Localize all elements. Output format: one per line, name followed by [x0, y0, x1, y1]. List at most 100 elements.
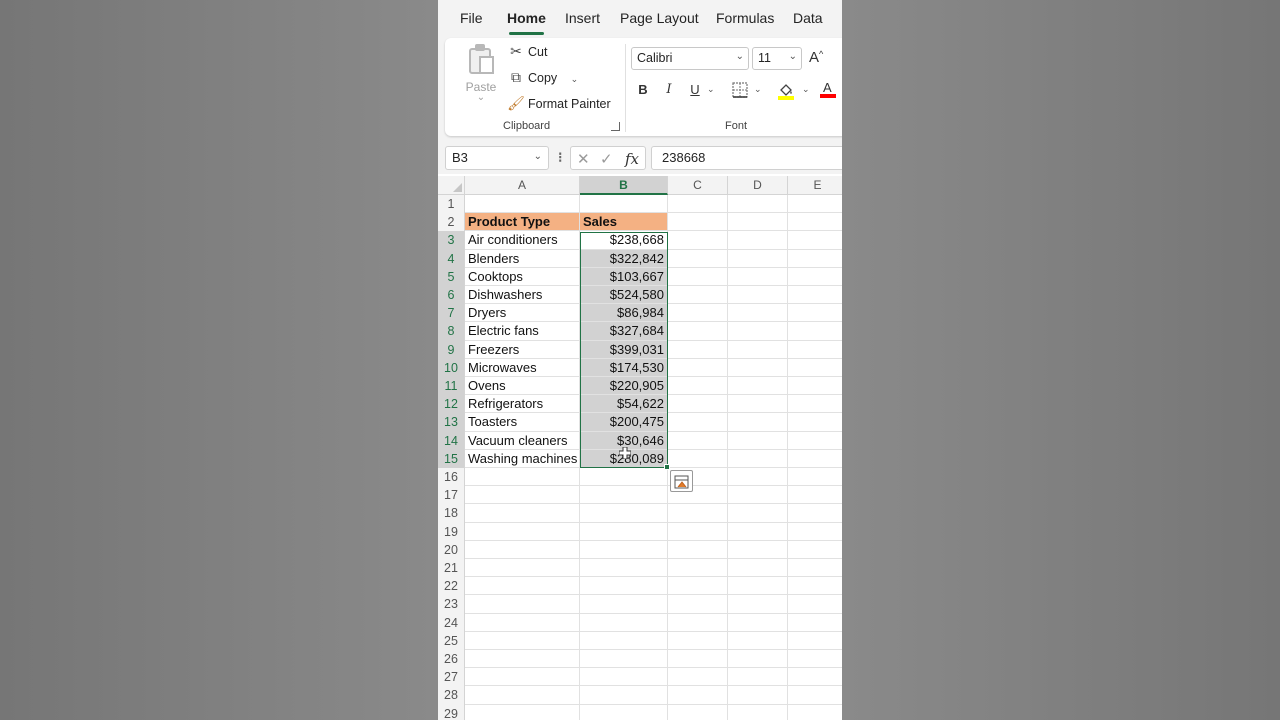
cell-e13[interactable]: [788, 413, 842, 432]
row-header[interactable]: 23: [438, 595, 465, 614]
tab-insert[interactable]: Insert: [565, 10, 600, 26]
cell-d8[interactable]: [728, 322, 788, 341]
cell-e17[interactable]: [788, 486, 842, 505]
cell-a29[interactable]: [465, 704, 580, 720]
cell-c27[interactable]: [668, 668, 728, 687]
cell-d11[interactable]: [728, 377, 788, 396]
column-header-c[interactable]: C: [668, 176, 728, 195]
cell-c12[interactable]: [668, 395, 728, 414]
cell-a22[interactable]: [465, 577, 580, 596]
row-header[interactable]: 22: [438, 577, 465, 596]
cell-c18[interactable]: [668, 504, 728, 523]
cell-a23[interactable]: [465, 595, 580, 614]
cell-d12[interactable]: [728, 395, 788, 414]
cell-b18[interactable]: [580, 504, 668, 523]
cell-d23[interactable]: [728, 595, 788, 614]
cell-a3[interactable]: Air conditioners: [465, 231, 580, 250]
cell-e7[interactable]: [788, 304, 842, 323]
cell-a5[interactable]: Cooktops: [465, 267, 580, 286]
cell-c5[interactable]: [668, 267, 728, 286]
cell-d17[interactable]: [728, 486, 788, 505]
cell-c28[interactable]: [668, 686, 728, 705]
row-header[interactable]: 25: [438, 631, 465, 650]
cell-e9[interactable]: [788, 341, 842, 359]
cell-c25[interactable]: [668, 631, 728, 650]
more-options-icon[interactable]: ⁝: [558, 149, 562, 166]
row-header[interactable]: 18: [438, 504, 465, 523]
cell-d19[interactable]: [728, 522, 788, 541]
row-header[interactable]: 6: [438, 286, 465, 305]
column-header-b[interactable]: B: [580, 176, 668, 195]
cell-b9[interactable]: $399,031: [580, 340, 668, 359]
cell-e12[interactable]: [788, 395, 842, 414]
cell-e4[interactable]: [788, 250, 842, 268]
cell-c10[interactable]: [668, 358, 728, 377]
cell-d22[interactable]: [728, 577, 788, 596]
tab-page-layout[interactable]: Page Layout: [620, 10, 699, 26]
row-header[interactable]: 7: [438, 304, 465, 323]
cell-a25[interactable]: [465, 631, 580, 650]
tab-formulas[interactable]: Formulas: [716, 10, 774, 26]
cell-d4[interactable]: [728, 249, 788, 268]
borders-caret-icon[interactable]: ⌄: [754, 84, 762, 95]
cut-button[interactable]: ✂ Cut: [507, 43, 547, 60]
format-painter-button[interactable]: 🖌 Format Painter: [507, 95, 611, 112]
cell-a12[interactable]: Refrigerators: [465, 395, 580, 414]
cell-b29[interactable]: [580, 704, 668, 720]
cell-c9[interactable]: [668, 340, 728, 359]
copy-caret-icon[interactable]: ⌄: [571, 74, 579, 84]
cell-d7[interactable]: [728, 304, 788, 323]
quick-analysis-button[interactable]: [670, 470, 693, 492]
cell-b19[interactable]: [580, 522, 668, 541]
font-size-dropdown[interactable]: 11 ⌄: [752, 47, 802, 70]
row-header[interactable]: 16: [438, 468, 465, 487]
cell-d2[interactable]: [728, 213, 788, 232]
worksheet-grid[interactable]: A B C D E 1 2 Product Type Sales 3 Air conditioner…: [438, 176, 842, 720]
cell-a20[interactable]: [465, 540, 580, 559]
row-header[interactable]: 15: [438, 449, 465, 468]
row-header[interactable]: 27: [438, 668, 465, 687]
cell-a18[interactable]: [465, 504, 580, 523]
cell-c20[interactable]: [668, 540, 728, 559]
underline-caret-icon[interactable]: ⌄: [707, 84, 715, 95]
cell-c22[interactable]: [668, 577, 728, 596]
cell-d24[interactable]: [728, 613, 788, 632]
fill-color-caret-icon[interactable]: ⌄: [802, 84, 810, 95]
cell-d10[interactable]: [728, 358, 788, 377]
cell-c2[interactable]: [668, 213, 728, 232]
cell-b21[interactable]: [580, 559, 668, 578]
enter-icon[interactable]: ✓: [600, 150, 613, 168]
cell-e18[interactable]: [788, 504, 842, 523]
cell-b6[interactable]: $524,580: [580, 286, 668, 305]
cell-a7[interactable]: Dryers: [465, 304, 580, 323]
cell-e1[interactable]: [788, 195, 842, 214]
cell-c24[interactable]: [668, 613, 728, 632]
cell-b1[interactable]: [580, 195, 668, 214]
cell-b4[interactable]: $322,842: [580, 249, 668, 268]
cell-a21[interactable]: [465, 559, 580, 578]
row-header[interactable]: 3: [438, 231, 465, 250]
cell-c3[interactable]: [668, 231, 728, 250]
cell-a11[interactable]: Ovens: [465, 377, 580, 396]
borders-button[interactable]: [732, 82, 748, 101]
cell-d5[interactable]: [728, 267, 788, 286]
row-header[interactable]: 20: [438, 540, 465, 559]
cell-e29[interactable]: [788, 705, 842, 720]
cell-b28[interactable]: [580, 686, 668, 705]
fill-handle[interactable]: [664, 464, 670, 470]
copy-button[interactable]: ⧉ Copy ⌄: [507, 69, 578, 86]
cell-a16[interactable]: [465, 468, 580, 487]
formula-input[interactable]: 238668: [651, 146, 842, 170]
cell-d16[interactable]: [728, 468, 788, 487]
select-all-corner[interactable]: [438, 176, 465, 195]
cell-c21[interactable]: [668, 559, 728, 578]
cell-e21[interactable]: [788, 559, 842, 578]
tab-data[interactable]: Data: [793, 10, 823, 26]
cell-c7[interactable]: [668, 304, 728, 323]
row-header[interactable]: 19: [438, 522, 465, 541]
row-header[interactable]: 21: [438, 559, 465, 578]
cancel-icon[interactable]: ✕: [577, 150, 590, 168]
cell-e3[interactable]: [788, 231, 842, 250]
cell-d26[interactable]: [728, 650, 788, 669]
cell-d14[interactable]: [728, 431, 788, 450]
